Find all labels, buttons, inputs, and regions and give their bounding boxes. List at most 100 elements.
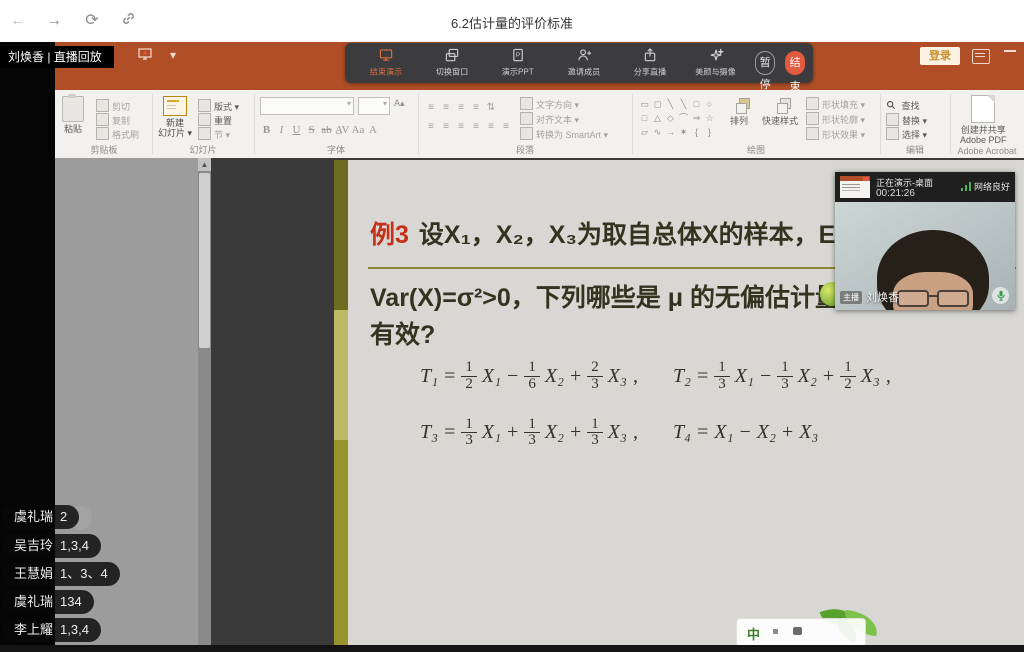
cut-button[interactable]: 剪切 — [96, 99, 130, 113]
align-text-button[interactable]: 对齐文本 ▾ — [520, 112, 579, 126]
shape-cell[interactable]: ▭ — [638, 98, 651, 110]
ribbon-group-drawing: ▭◻╲╲□○□△◇⌒⇒☆▱∿→✶{} 排列 快速样式 形状填充 ▾ 形状轮廓 ▾… — [634, 90, 878, 158]
logo-character: 中 — [747, 624, 760, 643]
shape-cell[interactable]: ◻ — [651, 98, 664, 110]
formula: T₂=13X₁−13X₂+12X₃, — [673, 360, 892, 393]
shape-fill-button[interactable]: 形状填充 ▾ — [806, 97, 865, 111]
text-direction-button[interactable]: 文字方向 ▾ — [520, 97, 579, 111]
paragraph-format-button[interactable]: ≡ — [424, 121, 438, 133]
shape-cell[interactable]: ⇒ — [690, 112, 703, 124]
shape-cell[interactable]: { — [690, 126, 703, 138]
arrange-button[interactable]: 排列 — [730, 98, 748, 126]
grow-font-icon[interactable]: A▴ — [394, 98, 405, 109]
shape-cell[interactable]: ∿ — [651, 126, 664, 138]
shape-cell[interactable]: ○ — [703, 98, 716, 110]
paragraph-format-button[interactable]: ≡ — [454, 102, 468, 114]
pause-button[interactable]: 暂停 — [755, 51, 775, 75]
new-slide-icon — [163, 96, 187, 116]
slideshow-icon[interactable] — [138, 48, 152, 63]
slide-line2: Var(X)=σ²>0，下列哪些是 μ 的无偏估计量， — [370, 278, 865, 314]
paragraph-format-button[interactable]: ≡ — [469, 102, 483, 114]
shape-cell[interactable]: ╲ — [664, 98, 677, 110]
shape-cell[interactable]: ◇ — [664, 112, 677, 124]
mic-icon[interactable] — [992, 287, 1009, 304]
paragraph-format-button[interactable]: ≡ — [454, 121, 468, 133]
reset-button[interactable]: 重置 — [198, 113, 232, 127]
create-pdf-button[interactable]: 创建并共享 Adobe PDF — [960, 95, 1007, 145]
copy-button[interactable]: 复制 — [96, 113, 130, 127]
pdf-icon — [971, 95, 995, 123]
layout-button[interactable]: 版式 ▾ — [198, 99, 239, 113]
shape-cell[interactable]: △ — [651, 112, 664, 124]
shape-cell[interactable]: ╲ — [677, 98, 690, 110]
page-title: 6.2估计量的评价标准 — [0, 13, 1024, 32]
minimize-icon[interactable] — [1004, 50, 1016, 52]
webcam-status-bar: 正在演示-桌面 00:21:26 网络良好 — [835, 172, 1015, 202]
font-style-button[interactable]: A̲V — [335, 124, 349, 136]
find-button[interactable]: 查找 — [886, 99, 920, 112]
shape-cell[interactable]: ✶ — [677, 126, 690, 138]
shape-effects-button[interactable]: 形状效果 ▾ — [806, 127, 865, 141]
shape-cell[interactable]: ☆ — [703, 112, 716, 124]
formula: T₁=12X₁−16X₂+23X₃, — [420, 360, 639, 393]
arrange-icon — [730, 98, 748, 114]
font-size-dropdown[interactable] — [358, 97, 390, 115]
monitor-icon — [379, 48, 394, 63]
login-button[interactable]: 登录 — [920, 47, 960, 65]
paragraph-format-button[interactable]: ⇅ — [484, 102, 498, 114]
end-button[interactable]: 结束 — [785, 51, 805, 75]
quick-styles-button[interactable]: 快速样式 — [762, 98, 798, 126]
paragraph-format-button[interactable]: ≡ — [469, 121, 483, 133]
font-style-button[interactable]: I — [275, 124, 288, 136]
paragraph-format-button[interactable]: ≡ — [439, 102, 453, 114]
thumbnail-scrollbar[interactable]: ▲ — [198, 158, 211, 652]
person-toolbar-button[interactable]: 邀请成员 — [551, 48, 617, 78]
paragraph-format-button[interactable]: ≡ — [499, 121, 513, 133]
ribbon-group-acrobat: 创建并共享 Adobe PDF Adobe Acrobat — [952, 90, 1022, 158]
paragraph-format-button[interactable]: ≡ — [424, 102, 438, 114]
new-slide-button[interactable]: 新建 幻灯片 ▾ — [158, 96, 192, 138]
chat-message: 李上耀1,3,4 — [2, 618, 101, 642]
monitor-toolbar-button[interactable]: 结束演示 — [353, 48, 419, 78]
left-letterbox — [0, 42, 55, 652]
replace-button[interactable]: 替换 ▾ — [886, 113, 927, 127]
font-style-button[interactable]: S — [305, 124, 318, 136]
shape-gallery[interactable]: ▭◻╲╲□○□△◇⌒⇒☆▱∿→✶{} — [638, 96, 722, 138]
select-button[interactable]: 选择 ▾ — [886, 127, 927, 141]
shape-cell[interactable]: □ — [638, 112, 651, 124]
shape-cell[interactable]: ▱ — [638, 126, 651, 138]
shape-cell[interactable]: □ — [690, 98, 703, 110]
webcam-overlay[interactable]: 正在演示-桌面 00:21:26 网络良好 主播 刘焕香 — [835, 172, 1015, 310]
paragraph-format-button[interactable]: ≡ — [439, 121, 453, 133]
scroll-up-icon[interactable]: ▲ — [198, 158, 211, 171]
ribbon-group-slides: 新建 幻灯片 ▾ 版式 ▾ 重置 节 ▾ 幻灯片 — [154, 90, 252, 158]
shape-cell[interactable]: → — [664, 126, 677, 138]
font-style-button[interactable]: ab — [320, 124, 333, 136]
ribbon-display-options-icon[interactable] — [972, 49, 990, 64]
screen-share-preview — [840, 176, 870, 198]
shape-cell[interactable]: ⌒ — [677, 112, 690, 124]
smartart-button[interactable]: 转换为 SmartArt ▾ — [520, 127, 608, 141]
shape-cell[interactable]: } — [703, 126, 716, 138]
font-style-button[interactable]: A — [366, 124, 379, 136]
align-text-icon — [520, 112, 533, 125]
sparkle-toolbar-button[interactable]: 美颜与摄像 — [683, 48, 749, 78]
font-style-button[interactable]: U — [290, 124, 303, 136]
section-button[interactable]: 节 ▾ — [198, 127, 230, 141]
qat-dropdown-icon[interactable]: ▾ — [170, 48, 176, 62]
logo-glyph — [793, 627, 802, 635]
shape-outline-button[interactable]: 形状轮廓 ▾ — [806, 112, 865, 126]
scrollbar-thumb[interactable] — [199, 173, 210, 348]
group-label-paragraph: 段落 — [420, 143, 630, 156]
font-style-button[interactable]: B — [260, 124, 273, 136]
font-name-dropdown[interactable] — [260, 97, 354, 115]
window-toolbar-button[interactable]: 切换窗口 — [419, 48, 485, 78]
formula: T₄=X₁−X₂+X₃ — [673, 421, 818, 444]
paste-button[interactable]: 粘贴 — [62, 96, 84, 134]
format-painter-button[interactable]: 格式刷 — [96, 127, 139, 141]
paragraph-format-button[interactable]: ≡ — [484, 121, 498, 133]
shape-effects-icon — [806, 127, 819, 140]
share-toolbar-button[interactable]: 分享直播 — [617, 48, 683, 78]
doc-toolbar-button[interactable]: P演示PPT — [485, 48, 551, 78]
font-style-button[interactable]: Aa — [351, 124, 364, 136]
